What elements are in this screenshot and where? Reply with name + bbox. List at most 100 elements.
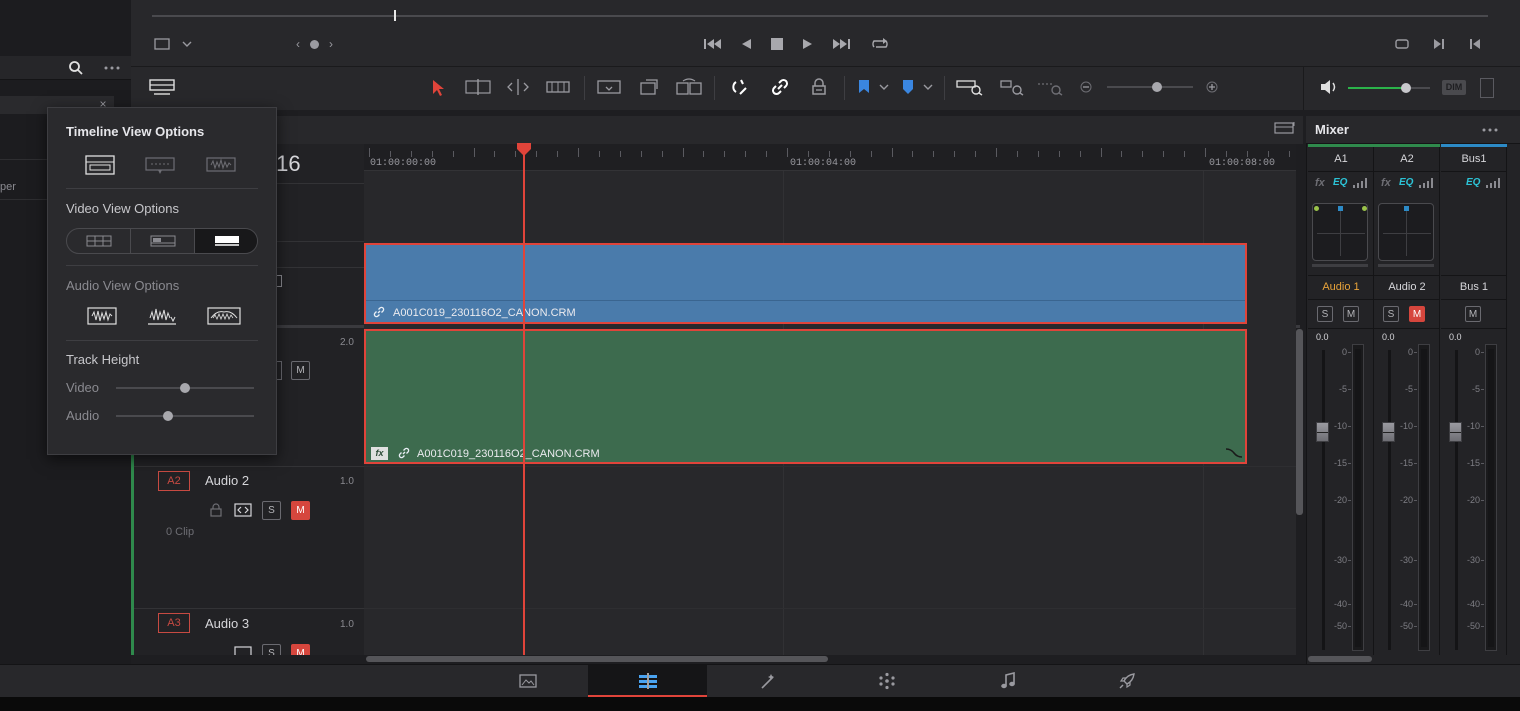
track-a3-name[interactable]: Audio 3 [205, 616, 249, 631]
search-icon[interactable] [66, 58, 86, 78]
dynamics-icon[interactable] [1419, 178, 1433, 188]
timeline-panel-icon[interactable] [1273, 119, 1297, 137]
scrub-playhead[interactable] [394, 10, 396, 21]
chevron-down-icon[interactable] [878, 82, 890, 92]
more-options-icon[interactable] [102, 58, 122, 78]
edit-page-icon[interactable] [636, 671, 660, 691]
dynamics-icon[interactable] [1353, 178, 1367, 188]
zoom-slider-thumb[interactable] [1152, 82, 1162, 92]
overwrite-clip-icon[interactable] [637, 76, 661, 98]
zoom-detail-icon[interactable] [996, 77, 1026, 97]
pan-control[interactable] [1312, 203, 1368, 261]
dim-button[interactable]: DIM [1442, 80, 1466, 95]
prev-edit-icon[interactable] [1466, 35, 1484, 53]
fusion-page-icon[interactable] [757, 671, 779, 691]
dynamic-trim-icon[interactable] [505, 76, 531, 98]
audio-height-slider-thumb[interactable] [163, 411, 174, 421]
fade-curve-icon[interactable] [1224, 445, 1244, 461]
play-icon[interactable] [799, 35, 817, 53]
deliver-page-icon[interactable] [1116, 671, 1138, 691]
video-height-slider-thumb[interactable] [180, 383, 190, 393]
blade-tool-icon[interactable] [545, 76, 571, 98]
mixer-solo-button[interactable]: S [1317, 306, 1333, 322]
zoom-in-icon[interactable] [1205, 80, 1219, 94]
pan-control[interactable] [1378, 203, 1434, 261]
track-a2-name[interactable]: Audio 2 [205, 473, 249, 488]
eq-label[interactable]: EQ [1399, 177, 1413, 188]
linked-selection-icon[interactable] [769, 77, 791, 97]
marker-icon[interactable] [900, 78, 916, 96]
mixer-mute-button[interactable]: M [1465, 306, 1481, 322]
zoom-full-icon[interactable] [955, 77, 985, 97]
mixer-solo-button[interactable]: S [1383, 306, 1399, 322]
filmstrip-view-button[interactable] [67, 229, 131, 253]
prev-arrow-icon[interactable]: ‹ [292, 37, 304, 51]
chevron-down-icon[interactable] [922, 82, 934, 92]
go-to-start-icon[interactable] [702, 35, 724, 53]
waveform-bottom-icon[interactable] [147, 306, 177, 326]
audio-track-view-icon[interactable] [206, 155, 236, 175]
flag-icon[interactable] [856, 78, 872, 96]
next-edit-icon[interactable] [1430, 35, 1448, 53]
auto-select-icon[interactable] [233, 501, 253, 519]
stop-icon[interactable] [768, 35, 786, 53]
subtitle-tracks-icon[interactable] [145, 155, 175, 175]
track-a2-mute-button[interactable]: M [291, 501, 310, 520]
chevron-down-icon[interactable] [180, 38, 194, 50]
volume-thumb[interactable] [1401, 83, 1411, 93]
snapping-icon[interactable] [731, 77, 751, 97]
position-lock-icon[interactable] [809, 77, 829, 97]
zoom-slider-track[interactable] [1107, 86, 1193, 88]
mixer-more-icon[interactable] [1480, 123, 1500, 137]
media-page-icon[interactable] [517, 672, 539, 690]
center-dot-icon[interactable] [310, 40, 319, 49]
fx-label[interactable]: fx [1315, 177, 1325, 189]
viewer-size-icon[interactable] [152, 36, 172, 52]
dynamics-icon[interactable] [1486, 178, 1500, 188]
next-arrow-icon[interactable]: › [325, 37, 337, 51]
waveform-envelope-icon[interactable] [207, 306, 241, 326]
track-a2-solo-button[interactable]: S [262, 501, 281, 520]
timeline-hscroll[interactable] [366, 656, 828, 662]
color-page-icon[interactable] [876, 671, 898, 691]
pan-bar [1312, 264, 1368, 267]
fairlight-page-icon[interactable] [997, 671, 1019, 691]
track-a3-solo-button[interactable]: S [262, 644, 281, 655]
loop-icon[interactable] [869, 35, 891, 53]
mixer-hscroll[interactable] [1308, 656, 1372, 662]
zoom-out-icon[interactable] [1079, 80, 1093, 94]
track-a3-mute-button[interactable]: M [291, 644, 310, 655]
mixer-mute-button[interactable]: M [1343, 306, 1359, 322]
replace-clip-icon[interactable] [675, 76, 703, 98]
audio-clip[interactable]: fx A001C019_230116O2_CANON.CRM [364, 329, 1247, 464]
thumbnail-view-button[interactable] [131, 229, 195, 253]
auto-select-icon[interactable] [233, 644, 253, 655]
track-a3-id[interactable]: A3 [158, 613, 190, 633]
go-to-end-icon[interactable] [830, 35, 852, 53]
fx-label[interactable]: fx [1381, 177, 1391, 189]
speaker-icon[interactable] [1318, 77, 1340, 97]
meter-toggle-icon[interactable] [1480, 78, 1494, 98]
reverse-icon[interactable] [737, 35, 755, 53]
scrub-bar[interactable] [152, 15, 1488, 17]
insert-clip-icon[interactable] [596, 76, 622, 98]
waveform-full-icon[interactable] [87, 306, 117, 326]
trim-tool-icon[interactable] [464, 76, 492, 98]
track-a1-mute-button[interactable]: M [291, 361, 310, 380]
lock-icon[interactable] [208, 502, 224, 518]
mixer-mute-button[interactable]: M [1409, 306, 1425, 322]
zoom-custom-icon[interactable] [1035, 77, 1065, 97]
simple-view-button[interactable] [195, 229, 257, 253]
selection-tool-icon[interactable] [428, 78, 448, 98]
video-clip[interactable]: A001C019_230116O2_CANON.CRM [364, 243, 1247, 324]
eq-label[interactable]: EQ [1466, 177, 1480, 188]
track-a2-id[interactable]: A2 [158, 471, 190, 491]
viewer-mode-icon[interactable] [1391, 35, 1413, 53]
audio-height-slider-track[interactable] [116, 415, 254, 417]
eq-label[interactable]: EQ [1333, 177, 1347, 188]
stacked-timelines-icon[interactable] [85, 155, 115, 175]
playhead-head[interactable] [516, 143, 532, 157]
timeline-view-options-icon[interactable] [148, 76, 176, 98]
playhead-line[interactable] [523, 150, 525, 655]
timeline-vscroll[interactable] [1296, 329, 1303, 515]
